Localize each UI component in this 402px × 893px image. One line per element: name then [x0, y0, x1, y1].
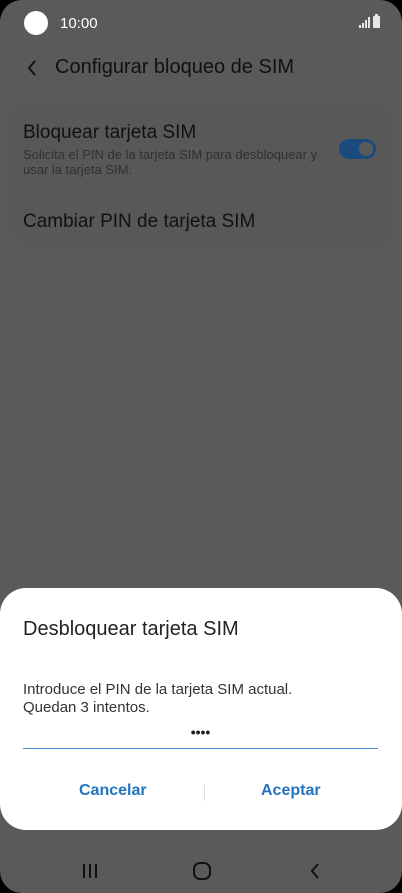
recent-apps-button[interactable] — [75, 860, 105, 882]
dialog-message: Introduce el PIN de la tarjeta SIM actua… — [23, 681, 383, 717]
back-icon — [310, 863, 319, 879]
front-camera — [24, 11, 48, 35]
dialog-title: Desbloquear tarjeta SIM — [23, 618, 239, 640]
change-pin-row[interactable]: Cambiar PIN de tarjeta SIM — [23, 211, 255, 233]
back-button[interactable] — [18, 54, 46, 82]
dialog-message-line1: Introduce el PIN de la tarjeta SIM actua… — [23, 681, 293, 698]
lock-sim-description: Solicita el PIN de la tarjeta SIM para d… — [23, 147, 318, 177]
home-button[interactable] — [187, 860, 217, 882]
home-icon — [193, 862, 211, 880]
app-header: Configurar bloqueo de SIM — [0, 50, 402, 86]
nav-back-button[interactable] — [300, 860, 330, 882]
status-time: 10:00 — [60, 15, 98, 32]
phone-screen: 10:00 Configurar bloqueo de SIM Bloquear… — [0, 0, 402, 893]
pin-input-value: •••• — [190, 724, 211, 740]
battery-icon — [373, 14, 380, 28]
dialog-buttons: Cancelar Aceptar — [0, 778, 402, 808]
system-icons — [359, 14, 380, 28]
unlock-sim-dialog: Desbloquear tarjeta SIM Introduce el PIN… — [0, 588, 402, 830]
accept-button[interactable]: Aceptar — [261, 782, 321, 800]
signal-icon — [359, 17, 370, 28]
settings-card: Bloquear tarjeta SIM Solicita el PIN de … — [9, 104, 393, 247]
lock-sim-title: Bloquear tarjeta SIM — [23, 122, 197, 143]
recent-apps-icon — [83, 864, 97, 878]
lock-sim-toggle[interactable] — [339, 139, 376, 159]
page-title: Configurar bloqueo de SIM — [55, 56, 295, 78]
toggle-knob — [357, 140, 375, 158]
pin-input[interactable]: •••• — [23, 718, 378, 749]
status-bar: 10:00 — [0, 0, 402, 46]
cancel-button[interactable]: Cancelar — [79, 782, 147, 800]
navigation-bar — [0, 850, 402, 893]
lock-sim-row[interactable]: Bloquear tarjeta SIM Solicita el PIN de … — [23, 122, 323, 177]
dialog-message-line2: Quedan 3 intentos. — [23, 699, 150, 716]
chevron-left-icon — [27, 60, 36, 76]
button-divider — [204, 785, 205, 801]
